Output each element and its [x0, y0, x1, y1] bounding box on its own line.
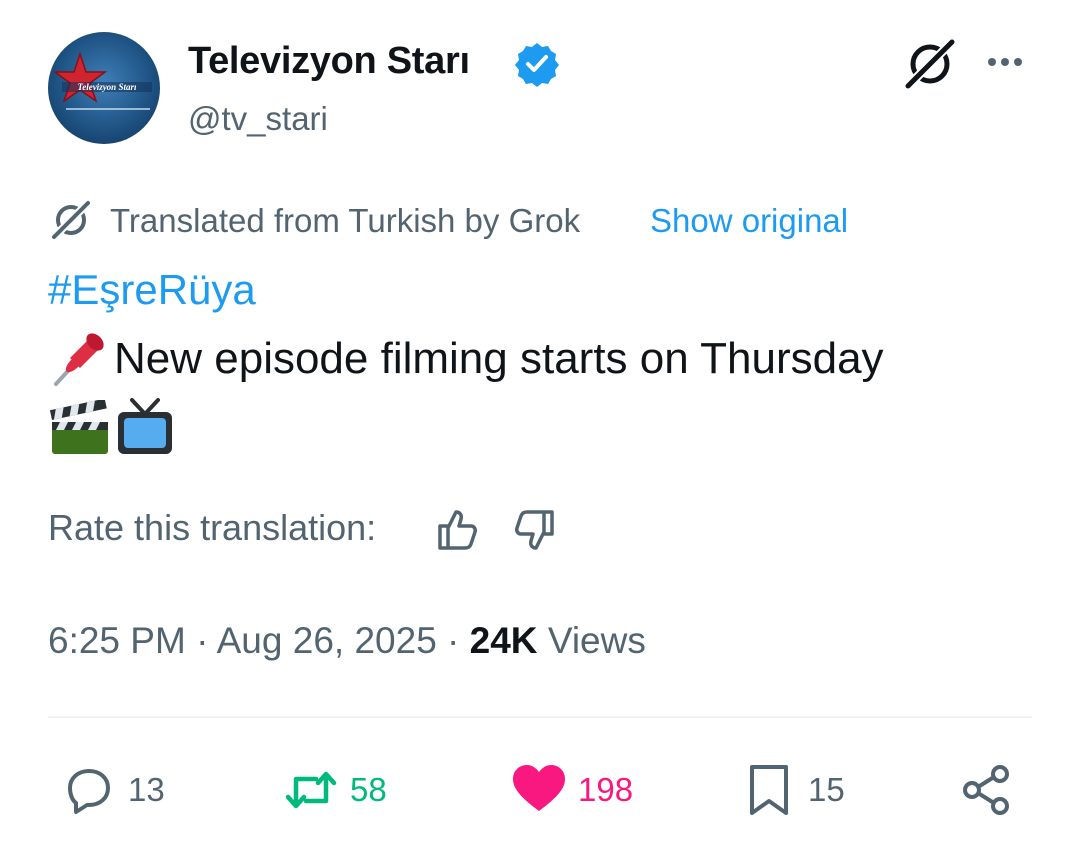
views-count: 24K — [469, 620, 538, 661]
timestamp[interactable]: 6:25 PM · Aug 26, 2025 · — [48, 620, 470, 661]
clapper-board-icon — [49, 400, 108, 454]
avatar[interactable]: Televizyon Starı — [48, 32, 160, 144]
repost-icon — [285, 771, 337, 809]
bookmark-button[interactable]: 15 — [740, 758, 845, 822]
repost-button[interactable]: 58 — [282, 758, 387, 822]
repost-count: 58 — [350, 771, 387, 808]
divider — [48, 716, 1032, 718]
reply-icon — [68, 769, 110, 814]
show-original-link[interactable]: Show original — [650, 202, 848, 240]
rate-translation-label: Rate this translation: — [48, 507, 377, 548]
star-icon — [52, 51, 108, 103]
thumbs-down-icon[interactable] — [510, 508, 560, 556]
tweet-text: New episode filming starts on Thursday — [114, 334, 884, 383]
translated-notice: Translated from Turkish by Grok — [110, 202, 581, 239]
avatar-divider — [66, 108, 150, 110]
reply-button[interactable]: 13 — [60, 758, 165, 822]
hashtag-link[interactable]: #EşreRüya — [48, 266, 256, 314]
reply-count: 13 — [128, 771, 165, 808]
grok-icon[interactable] — [902, 36, 958, 92]
verified-badge-icon[interactable] — [513, 40, 561, 88]
avatar-logo-text: Televizyon Starı — [62, 82, 152, 92]
tweet-meta: 6:25 PM · Aug 26, 2025 · 24K Views — [48, 620, 646, 662]
more-options-icon[interactable] — [980, 42, 1030, 82]
pushpin-icon — [54, 333, 104, 386]
television-icon — [118, 398, 172, 454]
thumbs-up-icon[interactable] — [432, 504, 482, 552]
bookmark-count: 15 — [808, 771, 845, 808]
share-button[interactable] — [958, 758, 1016, 822]
display-name[interactable]: Televizyon Starı — [188, 40, 470, 83]
like-button[interactable]: 198 — [510, 758, 633, 822]
user-handle[interactable]: @tv_stari — [188, 100, 328, 138]
views-label: Views — [537, 620, 646, 661]
heart-icon — [513, 765, 565, 811]
bookmark-icon — [750, 765, 788, 815]
share-icon — [963, 765, 1009, 815]
like-count: 198 — [578, 771, 634, 808]
grok-translate-icon — [51, 200, 91, 240]
